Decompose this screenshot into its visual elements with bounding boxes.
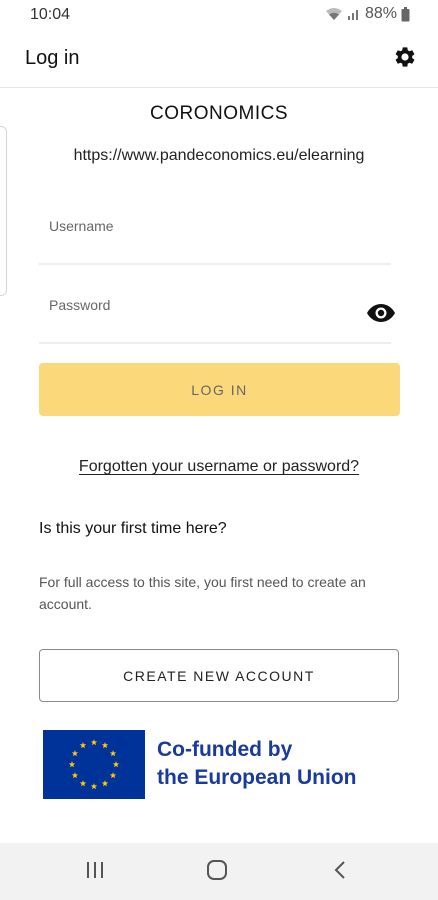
app-bar: Log in — [0, 30, 438, 88]
signal-icon — [347, 7, 361, 21]
eu-star — [101, 742, 109, 749]
eu-star — [90, 783, 98, 790]
forgot-password-link[interactable]: Forgotten your username or password? — [0, 458, 438, 476]
eu-star — [112, 761, 120, 768]
home-icon — [206, 859, 228, 886]
eu-funding-text: Co-funded by the European Union — [157, 736, 357, 792]
eu-star — [71, 750, 79, 757]
back-button[interactable] — [320, 855, 360, 889]
status-bar: 10:04 88% — [0, 0, 438, 30]
eu-funding-line1: Co-funded by — [157, 738, 293, 761]
password-input[interactable] — [39, 268, 391, 342]
back-icon — [333, 860, 347, 885]
eu-star — [109, 750, 117, 757]
username-input[interactable] — [39, 189, 391, 263]
site-url: https://www.pandeconomics.eu/elearning — [73, 147, 365, 164]
eu-star — [68, 761, 76, 768]
page-title: Log in — [25, 47, 80, 69]
battery-percent: 88% — [364, 5, 397, 22]
recents-icon — [85, 861, 105, 884]
eu-flag-icon — [43, 730, 145, 799]
status-time: 10:04 — [30, 6, 71, 23]
recents-button[interactable] — [75, 855, 115, 889]
eu-star — [109, 772, 117, 779]
system-nav-bar — [0, 843, 438, 900]
eu-star — [79, 742, 87, 749]
login-button[interactable]: LOG IN — [39, 363, 400, 416]
create-account-button[interactable]: CREATE NEW ACCOUNT — [39, 649, 399, 702]
password-field-container — [39, 268, 395, 344]
username-field-container — [39, 189, 391, 265]
signup-info-text: For full access to this site, you first … — [39, 574, 366, 612]
settings-button[interactable] — [392, 46, 418, 72]
eu-star — [71, 772, 79, 779]
status-icons: 88% — [325, 5, 410, 23]
eu-star — [79, 780, 87, 787]
eu-star — [101, 780, 109, 787]
eye-icon — [366, 303, 396, 328]
eu-funding-line2: the European Union — [157, 766, 357, 789]
site-name: CORONOMICS — [150, 103, 288, 124]
first-time-heading: Is this your first time here? — [39, 520, 227, 537]
eu-star — [90, 739, 98, 746]
battery-icon — [401, 6, 410, 22]
show-password-button[interactable] — [365, 303, 397, 328]
gear-icon — [393, 45, 417, 74]
home-button[interactable] — [197, 855, 237, 889]
wifi-icon — [325, 7, 343, 21]
